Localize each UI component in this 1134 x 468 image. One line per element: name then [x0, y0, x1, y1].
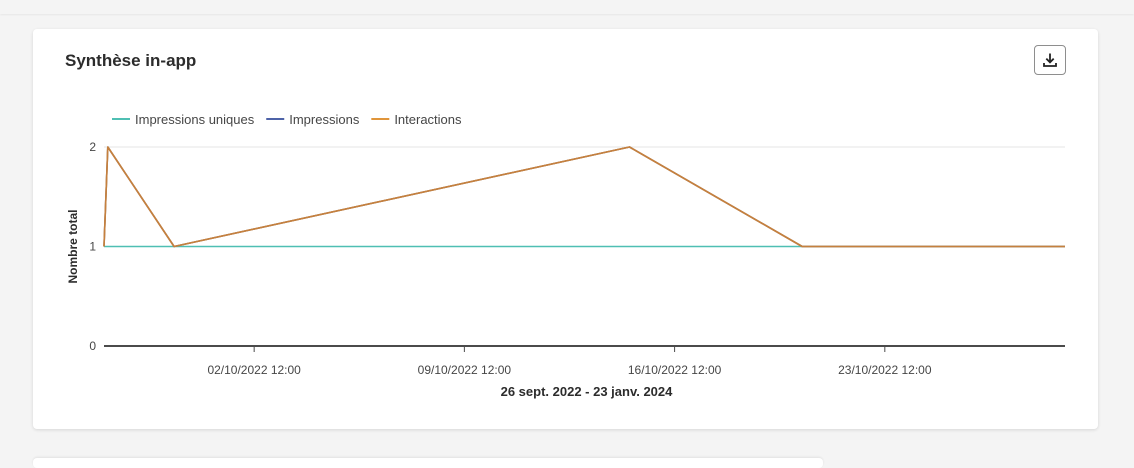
- series-line: [103, 146, 1065, 248]
- legend-label: Impressions: [289, 112, 360, 127]
- x-axis-title: 26 sept. 2022 - 23 janv. 2024: [501, 384, 674, 399]
- y-tick-label: 1: [89, 240, 96, 254]
- y-axis-title: Nombre total: [66, 209, 80, 283]
- line-chart: Impressions uniques Impressions Interactio…: [66, 112, 1065, 399]
- y-tick-label: 2: [89, 140, 96, 154]
- legend-label: Impressions uniques: [135, 112, 255, 127]
- series-line: [103, 146, 1065, 248]
- series-overlap-line: [103, 146, 1065, 248]
- x-tick-label: 09/10/2022 12:00: [418, 363, 512, 377]
- next-card-edge: [33, 458, 823, 468]
- y-tick-label: 0: [89, 339, 96, 353]
- x-tick-label: 23/10/2022 12:00: [838, 363, 932, 377]
- x-tick-label: 16/10/2022 12:00: [628, 363, 722, 377]
- legend-label: Interactions: [394, 112, 462, 127]
- x-tick-label: 02/10/2022 12:00: [207, 363, 301, 377]
